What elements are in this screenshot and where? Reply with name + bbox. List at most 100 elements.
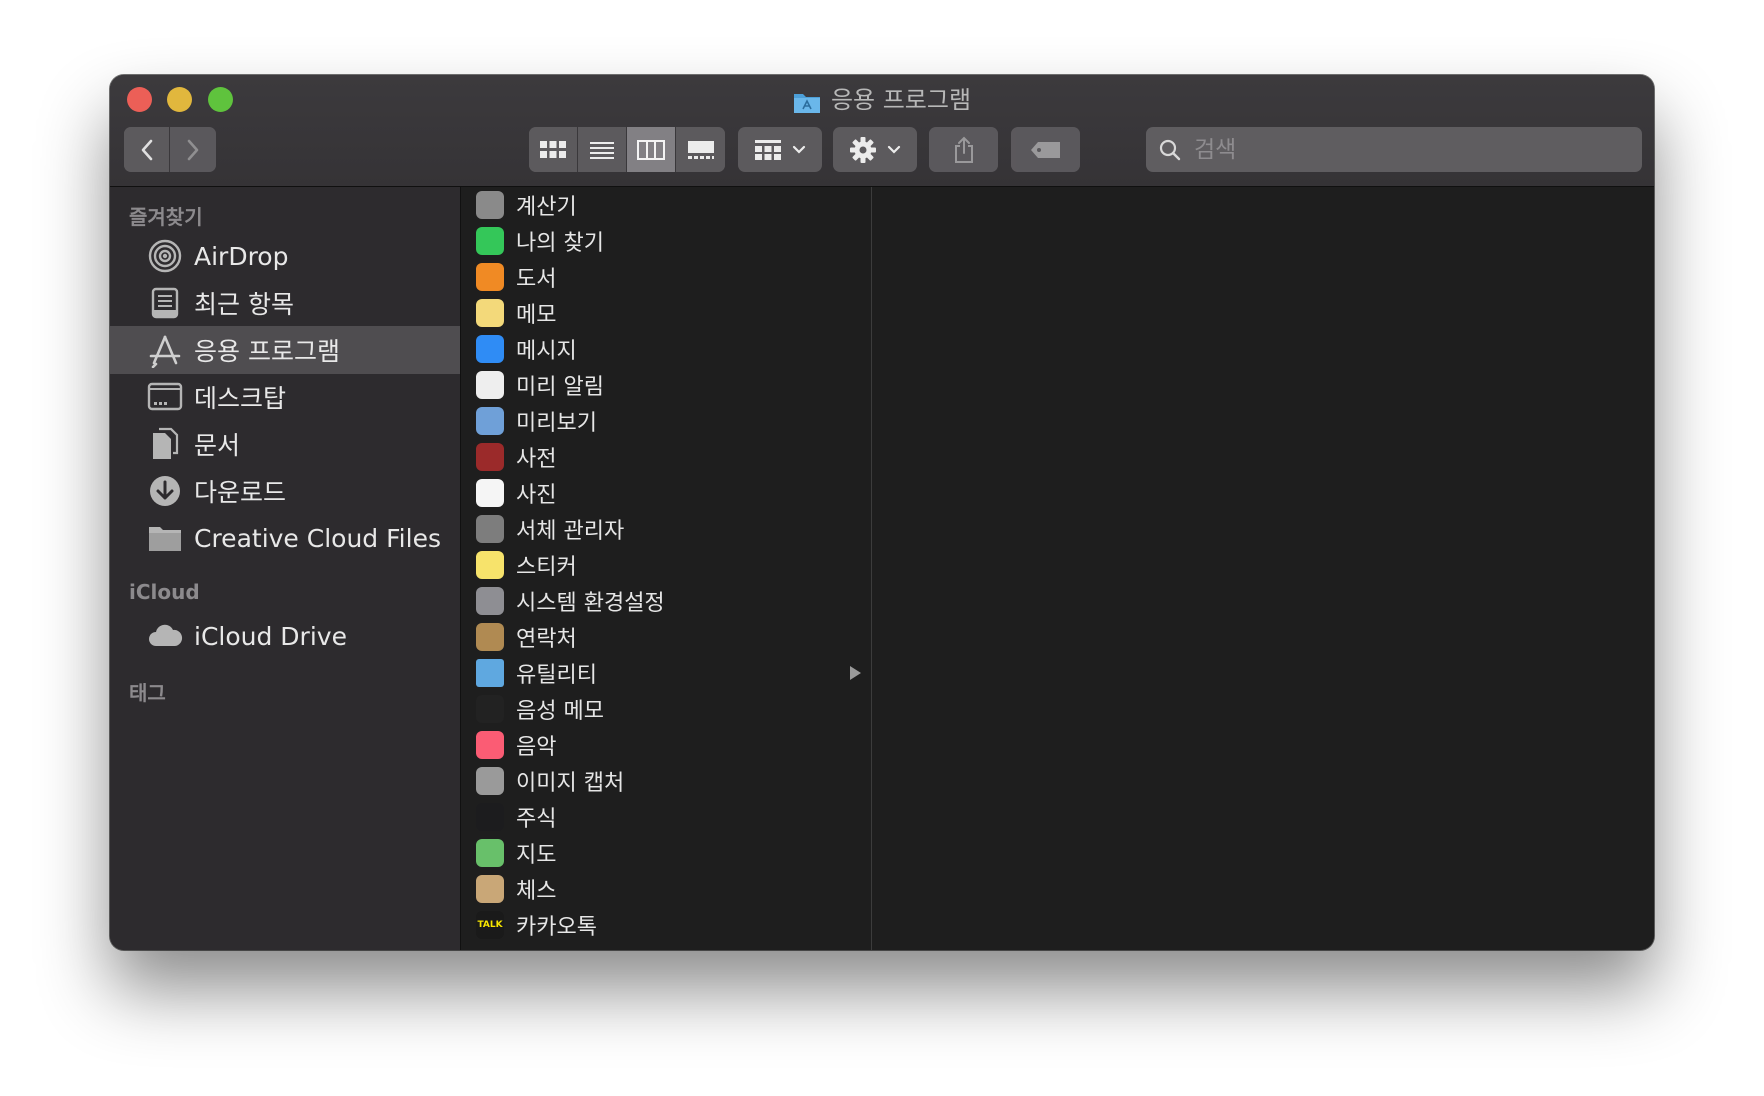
- system-preferences-icon: [476, 587, 504, 615]
- group-menu-inner: [738, 127, 822, 172]
- view-mode-segmented: [529, 127, 725, 172]
- list-view-button[interactable]: [578, 127, 627, 172]
- column-view-icon: [637, 139, 665, 160]
- file-row[interactable]: 계산기: [461, 187, 871, 223]
- icon-view-button[interactable]: [529, 127, 578, 172]
- file-name: 서체 관리자: [516, 519, 625, 544]
- file-row[interactable]: 사전: [461, 439, 871, 475]
- file-name: 도서: [516, 267, 557, 292]
- file-row[interactable]: 메시지: [461, 331, 871, 367]
- music-icon: [476, 731, 504, 759]
- image-capture-icon: [476, 767, 504, 795]
- finder-window: 응용 프로그램 검색 즐겨찾기 AirDrop 최근 항목 응용 프로그램 데스…: [110, 75, 1654, 950]
- file-name: 이미지 캡처: [516, 771, 625, 796]
- nav-buttons: [124, 127, 216, 172]
- gear-icon: [850, 136, 876, 163]
- sidebar-section-icloud: iCloud: [129, 580, 200, 604]
- file-name: 연락처: [516, 627, 577, 652]
- gallery-view-icon: [687, 140, 714, 159]
- recents-icon: [146, 284, 184, 322]
- file-row[interactable]: 음악: [461, 727, 871, 763]
- chevron-right-icon: [187, 139, 199, 160]
- contacts-icon: [476, 623, 504, 651]
- airdrop-icon: [146, 237, 184, 275]
- file-name: 지도: [516, 843, 557, 868]
- sidebar-item-desktop[interactable]: 데스크탑: [110, 373, 460, 421]
- photos-icon: [476, 479, 504, 507]
- cloud-icon: [146, 617, 184, 655]
- search-input[interactable]: [1192, 135, 1616, 164]
- icon-view-icon: [540, 140, 566, 158]
- stocks-icon: [476, 803, 504, 831]
- file-row[interactable]: 메모: [461, 295, 871, 331]
- file-row[interactable]: 음성 메모: [461, 691, 871, 727]
- file-row[interactable]: 사진: [461, 475, 871, 511]
- sidebar-item-downloads[interactable]: 다운로드: [110, 467, 460, 515]
- file-row[interactable]: 미리 알림: [461, 367, 871, 403]
- file-row[interactable]: 주식: [461, 799, 871, 835]
- sidebar-item-recents[interactable]: 최근 항목: [110, 279, 460, 327]
- file-row[interactable]: 이미지 캡처: [461, 763, 871, 799]
- file-row[interactable]: 스티커: [461, 547, 871, 583]
- fontbook-icon: [476, 515, 504, 543]
- file-name: 사진: [516, 483, 557, 508]
- disclosure-arrow-icon: [850, 666, 861, 680]
- column-applications: 계산기나의 찾기도서메모메시지미리 알림미리보기사전사진서체 관리자스티커 시스템…: [461, 187, 872, 950]
- file-name: 음성 메모: [516, 699, 604, 724]
- file-name: 음악: [516, 735, 557, 760]
- file-name: 미리 알림: [516, 375, 604, 400]
- sidebar-item-icloud-drive[interactable]: iCloud Drive: [110, 612, 460, 660]
- file-name: 메모: [516, 303, 557, 328]
- gallery-view-button[interactable]: [676, 127, 725, 172]
- search-icon: [1159, 139, 1181, 160]
- window-title: 응용 프로그램: [110, 81, 1654, 125]
- sidebar-section-tags: 태그: [129, 681, 166, 705]
- tag-icon: [1030, 141, 1060, 158]
- file-row[interactable]: 체스: [461, 871, 871, 907]
- sidebar-item-documents[interactable]: 문서: [110, 420, 460, 468]
- sidebar-item-applications[interactable]: 응용 프로그램: [110, 326, 460, 374]
- file-row[interactable]: 유틸리티: [461, 655, 871, 691]
- sidebar-item-creative-cloud[interactable]: Creative Cloud Files: [110, 514, 460, 562]
- file-row[interactable]: 미리보기: [461, 403, 871, 439]
- file-row[interactable]: TALK 카카오톡: [461, 907, 871, 943]
- group-grid-icon: [755, 139, 781, 160]
- utilities-folder-icon: [476, 659, 504, 687]
- sidebar-item-label: Creative Cloud Files: [194, 523, 441, 553]
- file-row[interactable]: 서체 관리자: [461, 511, 871, 547]
- file-name: 메시지: [516, 339, 577, 364]
- file-name: 체스: [516, 879, 557, 904]
- file-row[interactable]: 지도: [461, 835, 871, 871]
- search-field[interactable]: [1146, 127, 1642, 172]
- dictionary-icon: [476, 443, 504, 471]
- sidebar-item-label: iCloud Drive: [194, 621, 347, 651]
- file-name: 계산기: [516, 195, 577, 220]
- share-button[interactable]: [929, 127, 998, 172]
- sidebar-item-label: 다운로드: [194, 478, 287, 507]
- column-view-button[interactable]: [627, 127, 676, 172]
- file-row[interactable]: 연락처: [461, 619, 871, 655]
- tag-button[interactable]: [1011, 127, 1080, 172]
- group-menu-button[interactable]: [738, 127, 822, 172]
- reminders-icon: [476, 371, 504, 399]
- file-name: 미리보기: [516, 411, 597, 436]
- file-name: 나의 찾기: [516, 231, 604, 256]
- downloads-icon: [146, 472, 184, 510]
- stickies-icon: [476, 551, 504, 579]
- sidebar-item-airdrop[interactable]: AirDrop: [110, 232, 460, 280]
- findmy-icon: [476, 227, 504, 255]
- sidebar: 즐겨찾기 AirDrop 최근 항목 응용 프로그램 데스크탑 문서 다운로드 …: [110, 187, 461, 950]
- applications-icon: [146, 331, 184, 369]
- kakaotalk-icon: TALK: [476, 911, 504, 939]
- file-row[interactable]: 시스템 환경설정: [461, 583, 871, 619]
- chess-icon: [476, 875, 504, 903]
- file-row[interactable]: 나의 찾기: [461, 223, 871, 259]
- documents-icon: [146, 425, 184, 463]
- action-menu-button[interactable]: [833, 127, 917, 172]
- back-button[interactable]: [124, 127, 170, 172]
- preview-icon: [476, 407, 504, 435]
- forward-button[interactable]: [170, 127, 216, 172]
- messages-icon: [476, 335, 504, 363]
- sidebar-item-label: 최근 항목: [194, 290, 294, 319]
- file-row[interactable]: 도서: [461, 259, 871, 295]
